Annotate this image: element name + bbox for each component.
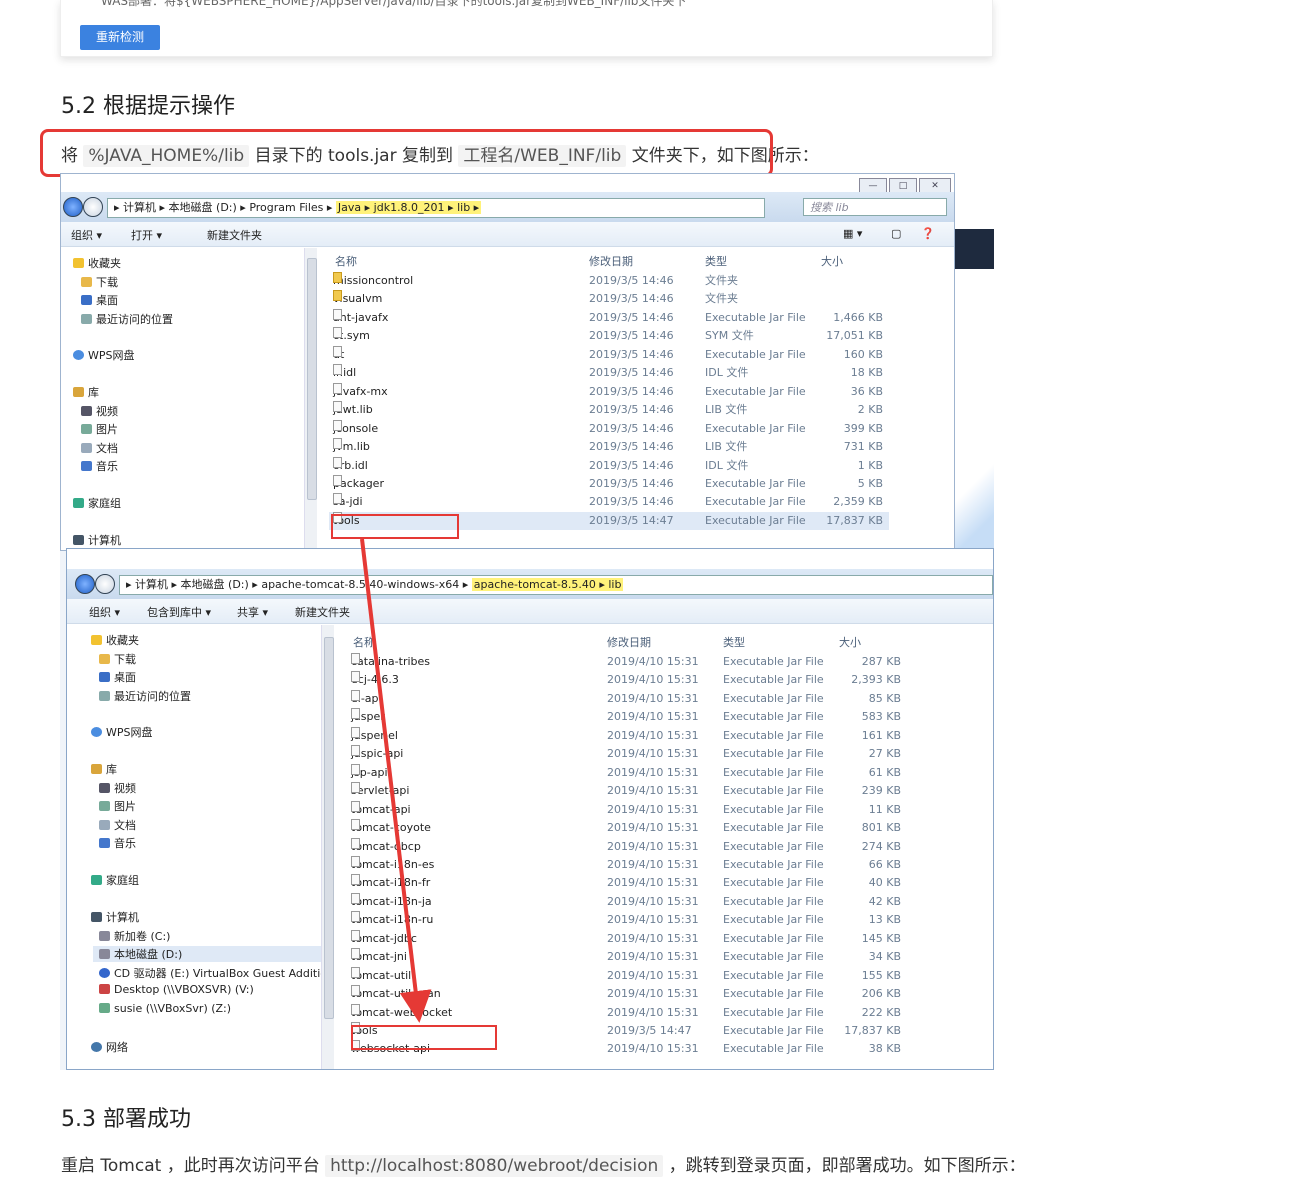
instruction-highlight-box: [40, 129, 773, 177]
deploy-check-card: WAS部署：将${WEBSPHERE_HOME}/AppServer/java/…: [60, 0, 993, 57]
recheck-button[interactable]: 重新检测: [80, 25, 161, 50]
copy-arrow-icon: [360, 538, 432, 1023]
decision-url-code[interactable]: http://localhost:8080/webroot/decision: [325, 1155, 664, 1177]
para53-prefix: 重启 Tomcat ，此时再次访问平台: [61, 1156, 320, 1176]
was-deploy-hint: WAS部署：将${WEBSPHERE_HOME}/AppServer/java/…: [101, 0, 687, 8]
explorer-screenshot: — □ ✕ ▸ 计算机 ▸ 本地磁盘 (D:) ▸ Program Files …: [60, 173, 994, 1070]
section-title-5-3: 5.3 部署成功: [61, 1107, 191, 1132]
section-title-5-2: 5.2 根据提示操作: [61, 94, 235, 119]
para53-suffix: ，跳转到登录页面，即部署成功。如下图所示：: [668, 1156, 1026, 1176]
success-paragraph: 重启 Tomcat ，此时再次访问平台 http://localhost:808…: [61, 1151, 1026, 1177]
